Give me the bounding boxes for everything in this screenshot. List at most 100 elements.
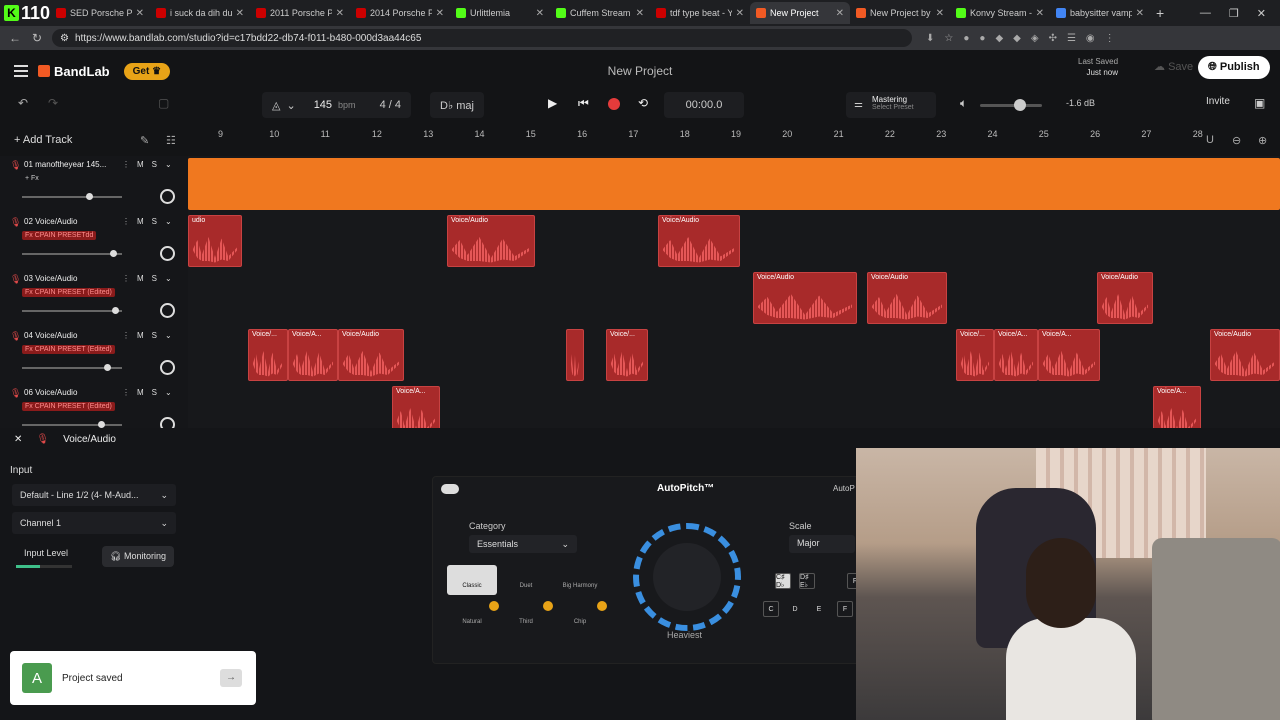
play-icon[interactable]: ▶ — [548, 96, 557, 110]
autopitch-amount-knob[interactable] — [633, 523, 741, 631]
browser-tab-active[interactable]: New Project ✕ — [750, 2, 850, 24]
restore-icon[interactable]: ❐ — [1229, 7, 1239, 20]
master-volume-slider[interactable] — [980, 99, 1042, 111]
reload-icon[interactable]: ↻ — [30, 31, 44, 45]
track-pan-knob[interactable] — [160, 189, 175, 204]
browser-tab[interactable]: Konvy Stream - Y✕ — [950, 2, 1050, 24]
invite-button[interactable]: Invite — [1206, 96, 1230, 107]
new-tab-icon[interactable]: + — [1156, 5, 1164, 21]
browser-tab[interactable]: New Project by ✕ — [850, 2, 950, 24]
pencil-icon[interactable]: ✎ — [140, 134, 149, 147]
close-tab-icon[interactable]: ✕ — [336, 8, 344, 19]
track-volume-knob[interactable] — [110, 250, 117, 257]
close-tab-icon[interactable]: ✕ — [436, 8, 444, 19]
preset-big-harmony[interactable]: Big Harmony — [555, 565, 605, 595]
audio-clip[interactable]: Voice/A... — [994, 329, 1038, 381]
close-tab-icon[interactable]: ✕ — [736, 8, 744, 19]
extension-icon[interactable]: ◈ — [1031, 33, 1039, 44]
preset-classic[interactable]: Classic — [447, 565, 497, 595]
bookmarks-icon[interactable]: ☰ — [1067, 33, 1076, 44]
track-more-icon[interactable]: ⋮ — [122, 217, 130, 226]
close-window-icon[interactable]: ✕ — [1257, 7, 1266, 20]
track-volume-knob[interactable] — [98, 421, 105, 428]
track-settings-icon[interactable]: ☷ — [166, 134, 176, 147]
mute-button[interactable]: M — [137, 388, 144, 397]
track-lane[interactable] — [188, 156, 1280, 213]
key-c[interactable]: C — [763, 601, 779, 617]
monitoring-button[interactable]: 🎧︎ Monitoring — [102, 546, 174, 567]
channel-select[interactable]: Channel 1 ⌄ — [12, 512, 176, 534]
track-pan-knob[interactable] — [160, 303, 175, 318]
track-fx-badge[interactable]: Fx CPAIN PRESET (Edited) — [22, 345, 115, 354]
audio-clip[interactable]: Voice/Audio — [867, 272, 947, 324]
browser-tab[interactable]: babysitter vamp ✕ — [1050, 2, 1150, 24]
audio-clip[interactable]: Voice/Audio — [447, 215, 535, 267]
track-volume-slider[interactable] — [22, 250, 122, 257]
key-f[interactable]: F — [837, 601, 853, 617]
close-tab-icon[interactable]: ✕ — [936, 8, 944, 19]
audio-clip[interactable]: Voice/Audio — [1097, 272, 1153, 324]
mute-button[interactable]: M — [137, 217, 144, 226]
track-volume-slider[interactable] — [22, 421, 122, 428]
browser-tab[interactable]: Urlittlemia ✕ — [450, 2, 550, 24]
solo-button[interactable]: S — [152, 160, 157, 169]
audio-clip[interactable]: udio — [188, 215, 242, 267]
zoom-out-icon[interactable]: ⊖ — [1232, 134, 1241, 147]
browser-tab[interactable]: tdf type beat - Y ✕ — [650, 2, 750, 24]
time-signature[interactable]: 4 / 4 — [380, 99, 401, 111]
record-button[interactable] — [608, 98, 620, 110]
preset-duet[interactable]: Duet — [501, 565, 551, 595]
close-tab-icon[interactable]: ✕ — [1136, 8, 1144, 19]
track-more-icon[interactable]: ⋮ — [122, 160, 130, 169]
download-icon[interactable]: ⬇ — [926, 33, 934, 44]
puzzle-icon[interactable]: ✣ — [1049, 33, 1057, 44]
solo-button[interactable]: S — [152, 388, 157, 397]
close-tab-icon[interactable]: ✕ — [636, 8, 644, 19]
chevron-down-icon[interactable]: ⌄ — [165, 217, 172, 226]
extension-icon[interactable]: ● — [979, 33, 985, 44]
track-volume-knob[interactable] — [86, 193, 93, 200]
audio-clip[interactable]: Voice/Audio — [1210, 329, 1280, 381]
track-fx-badge[interactable]: Fx CPAIN PRESET (Edited) — [22, 288, 115, 297]
track-lane[interactable]: udio Voice/Audio Voice/Audio — [188, 213, 1280, 270]
back-icon[interactable]: ← — [8, 31, 22, 45]
audio-clip[interactable] — [566, 329, 584, 381]
track-fx-badge[interactable]: Fx CPAIN PRESETdd — [22, 231, 97, 240]
get-membership-button[interactable]: Get ♛ — [123, 62, 171, 80]
loop-icon[interactable]: ⟲ — [638, 96, 648, 110]
gift-icon[interactable]: ▣ — [1254, 96, 1265, 110]
browser-tab[interactable]: 2011 Porsche Pa ✕ — [250, 2, 350, 24]
browser-tab[interactable]: 2014 Porsche Pa✕ — [350, 2, 450, 24]
audio-clip[interactable]: Voice/Audio — [658, 215, 740, 267]
solo-button[interactable]: S — [152, 331, 157, 340]
master-volume-knob[interactable] — [1014, 99, 1026, 111]
bpm-value[interactable]: 145 — [314, 99, 332, 111]
audio-clip[interactable]: Voice/... — [956, 329, 994, 381]
browser-tab[interactable]: Cuffem Stream - ✕ — [550, 2, 650, 24]
track-more-icon[interactable]: ⋮ — [122, 274, 130, 283]
track-fx-badge[interactable]: + Fx — [22, 174, 42, 183]
track-more-icon[interactable]: ⋮ — [122, 388, 130, 397]
url-field[interactable]: ⚙ https://www.bandlab.com/studio?id=c17b… — [52, 29, 912, 47]
mute-button[interactable]: M — [137, 331, 144, 340]
rewind-icon[interactable]: ⏮ — [578, 96, 589, 111]
extension-icon[interactable]: ◆ — [1013, 33, 1021, 44]
mute-button[interactable]: M — [137, 160, 144, 169]
track-lane[interactable]: Voice/Audio Voice/Audio Voice/Audio — [188, 270, 1280, 327]
close-tab-icon[interactable]: ✕ — [236, 8, 244, 19]
track-name[interactable]: 06 Voice/Audio — [24, 388, 116, 397]
close-tab-icon[interactable]: ✕ — [136, 8, 144, 19]
chevron-down-icon[interactable]: ⌄ — [165, 274, 172, 283]
input-device-select[interactable]: Default - Line 1/2 (4- M-Aud... ⌄ — [12, 484, 176, 506]
bookmark-star-icon[interactable]: ☆ — [944, 33, 953, 44]
track-name[interactable]: 01 manoftheyear 145... — [24, 160, 116, 169]
scale-select[interactable]: Major — [789, 535, 855, 553]
audio-clip[interactable] — [188, 158, 1280, 210]
chevron-down-icon[interactable]: ⌄ — [165, 388, 172, 397]
speaker-icon[interactable]: 🔈︎ — [960, 96, 967, 111]
track-name[interactable]: 03 Voice/Audio — [24, 274, 116, 283]
audio-clip[interactable]: Voice/Audio — [753, 272, 857, 324]
minimize-icon[interactable]: — — [1200, 7, 1211, 20]
redo-icon[interactable]: ↷ — [48, 96, 58, 110]
browser-tab[interactable]: SED Porsche Pa ✕ — [50, 2, 150, 24]
